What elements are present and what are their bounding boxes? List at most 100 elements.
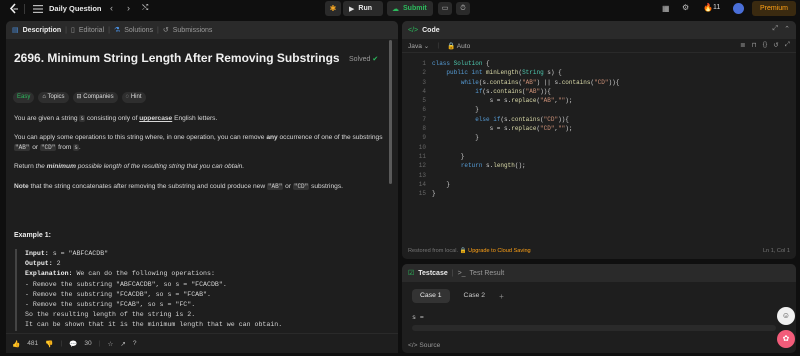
maximize-icon[interactable]: ⤢ <box>773 25 779 33</box>
case-tabs: Case 1 Case 2 + <box>412 289 504 303</box>
input-label: Input: <box>25 250 49 257</box>
case-tab-1[interactable]: Case 1 <box>412 289 450 303</box>
italic-text: possible length of the resulting string … <box>75 163 245 170</box>
play-icon: ▶ <box>349 5 355 13</box>
layout-grid-icon[interactable]: ▦ <box>662 4 670 13</box>
thumbs-up-icon[interactable]: 👍 <box>12 340 20 348</box>
difficulty-badge: Easy <box>13 92 35 103</box>
add-case-icon[interactable]: + <box>499 292 504 301</box>
chevron-left-icon[interactable]: ‹ <box>110 3 113 13</box>
terminal-icon: >_ <box>457 269 466 277</box>
topics-tag[interactable]: ⌂ Topics <box>38 92 69 103</box>
chevron-right-icon[interactable]: › <box>127 3 130 13</box>
solved-label: Solved <box>349 56 371 63</box>
line-number: 1 <box>422 60 426 67</box>
line-number: 7 <box>422 115 426 123</box>
case-tab-2[interactable]: Case 2 <box>456 289 494 303</box>
daily-question-title[interactable]: Daily Question <box>49 4 102 13</box>
desc-paragraph-4: Note that the string concatenates after … <box>14 182 394 192</box>
output-value: 2 <box>52 260 61 268</box>
line-number: 8 <box>422 125 426 133</box>
text: from <box>56 144 74 151</box>
solved-badge: Solved ✔ <box>349 55 378 63</box>
example-title: Example 1: <box>14 232 51 239</box>
tab-editorial[interactable]: Editorial <box>79 27 104 34</box>
star-icon[interactable]: ☆ <box>107 340 113 348</box>
gear-icon[interactable]: ⚙ <box>682 3 689 12</box>
text: substrings. <box>309 183 343 190</box>
code-editor[interactable]: class Solution { public int minLength(St… <box>432 59 619 198</box>
debug-icon[interactable]: ✱ <box>325 1 341 16</box>
bold-text: any <box>266 134 278 141</box>
hint-tag[interactable]: ◌ Hint <box>121 92 146 103</box>
auto-toggle[interactable]: 🔒 Auto <box>447 42 470 50</box>
flask-icon: ⚗ <box>113 27 121 34</box>
notes-icon[interactable]: ▭ <box>438 2 452 15</box>
premium-button[interactable]: Premium <box>752 1 796 16</box>
share-icon[interactable]: ↗ <box>120 340 126 348</box>
help-icon[interactable]: ? <box>133 340 137 347</box>
upgrade-link[interactable]: 🔒 Upgrade to Cloud Saving <box>460 248 531 254</box>
tab-submissions[interactable]: Submissions <box>173 27 213 34</box>
text: or <box>283 183 293 190</box>
braces-icon[interactable]: {} <box>763 41 767 49</box>
shuffle-icon[interactable]: ⤭ <box>142 3 148 13</box>
input-variable-label: s = <box>412 314 424 321</box>
book-icon: ▯ <box>70 27 75 34</box>
explanation-step: - Remove the substring "ABFCACDB", so s … <box>25 280 227 288</box>
hint-label: Hint <box>130 94 142 100</box>
leetcode-logo-icon[interactable] <box>8 3 20 15</box>
code-tab-bar: </> Code <box>402 21 796 39</box>
text: consisting only of <box>84 115 140 122</box>
bookmark-icon[interactable]: ⊓ <box>752 41 757 49</box>
tab-description[interactable]: Description <box>23 27 62 34</box>
testcase-input-field[interactable] <box>412 325 776 331</box>
thumbs-down-icon[interactable]: 👎 <box>45 340 53 348</box>
lock-icon: 🔒 <box>447 42 456 50</box>
fire-streak-icon[interactable]: 🔥 <box>703 3 713 12</box>
lock-icon: 🔒 <box>459 248 467 254</box>
line-number: 12 <box>418 162 426 170</box>
companies-tag[interactable]: ⊟ Companies <box>72 92 118 103</box>
desc-paragraph-2: You can apply some operations to this st… <box>14 133 394 153</box>
desc-paragraph-3: Return the minimum possible length of th… <box>14 162 394 172</box>
source-toggle[interactable]: </> Source <box>408 342 440 349</box>
tab-solutions[interactable]: Solutions <box>124 27 153 34</box>
problem-list-icon[interactable] <box>33 4 43 14</box>
format-icon[interactable]: ≣ <box>740 41 746 49</box>
text: Return <box>14 163 36 170</box>
tab-testcase[interactable]: Testcase <box>418 270 447 277</box>
run-button[interactable]: ▶ Run <box>343 1 383 16</box>
run-label: Run <box>358 5 372 12</box>
comment-icon[interactable]: 💬 <box>69 340 77 348</box>
submit-button[interactable]: ☁ Submit <box>387 1 433 16</box>
text: or <box>30 144 40 151</box>
divider: | <box>60 340 63 347</box>
tab-code[interactable]: Code <box>422 27 440 34</box>
line-number: 5 <box>422 97 426 105</box>
example-explanation-line: Explanation: We can do the following ope… <box>25 269 385 279</box>
line-number: 15 <box>418 190 426 198</box>
inline-code: "AB" <box>14 144 31 151</box>
avatar[interactable] <box>733 3 744 14</box>
chevron-up-icon[interactable]: ⌃ <box>784 25 790 33</box>
assistant-icon[interactable]: ✿ <box>777 330 795 348</box>
scrollbar[interactable] <box>389 40 392 184</box>
code-toolbar-right: ≣ ⊓ {} ↺ ⤢ <box>740 41 790 49</box>
fullscreen-icon[interactable]: ⤢ <box>785 41 790 49</box>
line-number: 9 <box>422 134 426 142</box>
upload-cloud-icon: ☁ <box>392 5 399 13</box>
reset-icon[interactable]: ↺ <box>773 41 779 49</box>
divider <box>24 4 25 14</box>
divider: | <box>108 26 110 34</box>
tab-test-result[interactable]: Test Result <box>470 270 505 277</box>
explanation-text: We can do the following operations: <box>72 270 215 278</box>
feedback-icon[interactable]: ☺ <box>777 307 795 325</box>
problem-title[interactable]: 2696. Minimum String Length After Removi… <box>14 51 340 65</box>
language-select[interactable]: Java ⌄ <box>408 42 429 50</box>
example-block: Input: s = "ABFCACDB" Output: 2 Explanat… <box>15 249 385 331</box>
testcase-tab-bar: ☑ Testcase | >_ Test Result <box>402 264 796 282</box>
timer-icon[interactable]: ⏱ <box>456 2 470 15</box>
line-number: 10 <box>418 143 426 151</box>
inline-code: "CD" <box>292 183 310 190</box>
